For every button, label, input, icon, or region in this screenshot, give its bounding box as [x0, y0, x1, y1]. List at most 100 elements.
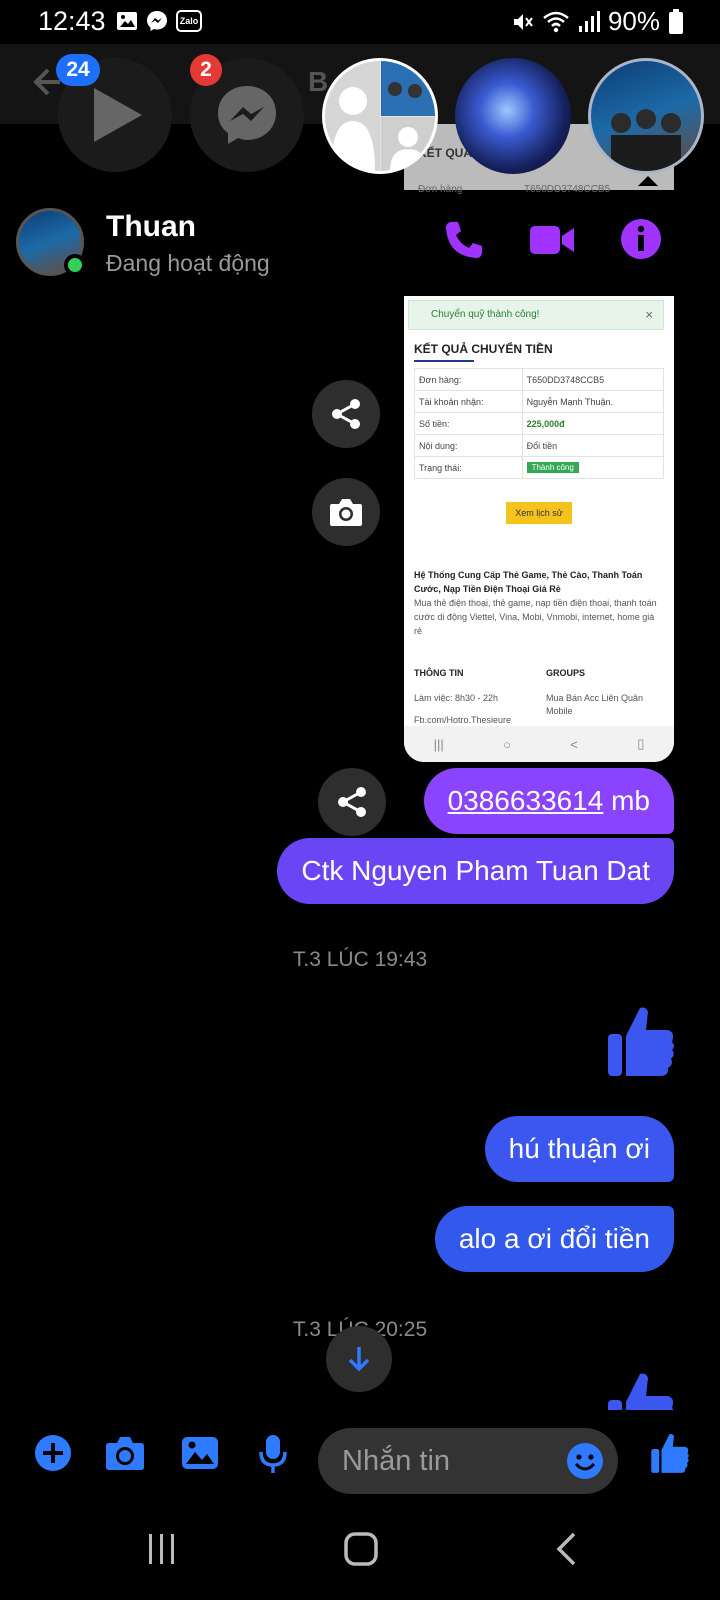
heading-underline	[414, 360, 474, 362]
chat-head-anime[interactable]	[455, 58, 571, 174]
table-row: Đơn hàng: T650DD3748CCB5	[414, 368, 665, 391]
composer-bar	[0, 1410, 720, 1510]
share-button[interactable]	[312, 380, 380, 448]
table-cell: Thành công	[521, 456, 665, 479]
rotate-icon: ▯	[637, 736, 645, 751]
info-icon[interactable]	[620, 218, 662, 260]
share-icon	[332, 399, 360, 429]
battery-percent: 90%	[607, 6, 660, 36]
table-row: Trạng thái: Thành công	[414, 456, 665, 479]
table-cell: Trạng thái:	[414, 456, 523, 479]
recents-icon: |||	[433, 736, 444, 752]
scroll-to-bottom-button[interactable]	[326, 1326, 392, 1392]
info-title: THÔNG TIN	[414, 668, 464, 678]
contact-status: Đang hoạt động	[106, 250, 270, 276]
thumbs-up-icon[interactable]	[606, 1370, 676, 1410]
thumbs-up-send-icon[interactable]	[650, 1432, 690, 1474]
conversation-header: Thuan Đang hoạt động	[0, 196, 720, 290]
system-navigation-bar	[0, 1510, 720, 1600]
table-cell: Nội dung:	[414, 434, 523, 457]
message-text: alo a ơi đổi tiền	[458, 1223, 650, 1254]
message-text: hú thuận ơi	[508, 1133, 650, 1164]
about-title: Hệ Thống Cung Cấp Thẻ Game, Thẻ Cào, Tha…	[414, 570, 643, 594]
message-bubble[interactable]: hú thuận ơi	[484, 1116, 674, 1182]
background-title: B	[308, 66, 329, 97]
home-icon[interactable]	[344, 1532, 378, 1566]
table-cell: Đơn hàng:	[414, 368, 523, 391]
share-icon	[338, 787, 366, 817]
phone-call-icon[interactable]	[442, 218, 486, 262]
contact-name[interactable]: Thuan	[106, 210, 196, 244]
chat-head-badge: 2	[190, 54, 222, 86]
wifi-icon	[543, 11, 569, 32]
timestamp: T.3 LÚC 19:43	[292, 948, 428, 971]
message-bubble[interactable]: Ctk Nguyen Pham Tuan Dat	[277, 838, 674, 904]
back-icon[interactable]	[554, 1532, 578, 1566]
camera-icon	[330, 499, 362, 526]
groups-line: Mobile	[546, 706, 573, 716]
battery-icon	[669, 8, 683, 34]
message-text: Ctk Nguyen Pham Tuan Dat	[301, 855, 650, 886]
status-time: 12:43	[38, 6, 106, 36]
table-cell: Số tiền:	[414, 412, 523, 435]
message-text: mb	[603, 785, 650, 816]
table-row: Số tiền: 225,000đ	[414, 412, 665, 435]
recent-apps-icon[interactable]	[146, 1532, 178, 1566]
history-button: Xem lịch sử	[506, 502, 572, 524]
emoji-icon[interactable]	[566, 1442, 604, 1480]
camera-icon[interactable]	[104, 1434, 146, 1472]
image-message[interactable]: Chuyển quỹ thành công! × KẾT QUẢ CHUYỂN …	[404, 296, 674, 762]
groups-title: GROUPS	[546, 668, 586, 678]
arrow-down-icon	[348, 1347, 370, 1372]
success-toast: Chuyển quỹ thành công! ×	[408, 300, 664, 330]
transfer-result-heading: KẾT QUẢ CHUYỂN TIỀN	[414, 342, 553, 356]
message-input[interactable]	[342, 1428, 542, 1494]
message-input-container[interactable]	[318, 1428, 618, 1494]
gallery-icon[interactable]	[180, 1434, 220, 1472]
screenshot-navbar: ||| ○ < ▯	[404, 726, 674, 762]
active-head-pointer	[638, 176, 658, 186]
about-body: Mua thẻ điện thoại, thẻ game, nạp tiền đ…	[414, 598, 657, 636]
background-card-row: Đơn hàng	[418, 184, 463, 195]
mute-icon	[513, 13, 533, 30]
chat-head-badge: 24	[56, 54, 100, 86]
phone-number-link[interactable]: 0386633614	[448, 785, 604, 817]
groups-line: Mua Bán Acc Liên Quân	[546, 693, 644, 703]
image-icon	[117, 12, 137, 30]
video-call-icon[interactable]	[528, 218, 576, 262]
status-right: 90%	[510, 6, 684, 37]
table-cell: 225,000đ	[521, 412, 665, 435]
signal-icon	[578, 10, 600, 32]
notification-icons: Zalo	[116, 10, 202, 32]
chat-head-active[interactable]	[588, 58, 704, 174]
table-cell: T650DD3748CCB5	[521, 368, 665, 391]
info-line: Làm việc: 8h30 - 22h	[414, 693, 499, 703]
table-row: Tài khoản nhận: Nguyễn Mạnh Thuận.	[414, 390, 665, 413]
table-cell: Nguyễn Mạnh Thuận.	[521, 390, 665, 413]
microphone-icon[interactable]	[258, 1434, 288, 1474]
group-photo-icon	[611, 109, 681, 171]
plus-icon[interactable]	[34, 1434, 72, 1472]
chat-head-group[interactable]	[322, 58, 438, 174]
status-bar: 12:43 Zalo 90%	[0, 0, 720, 44]
toast-text: Chuyển quỹ thành công!	[431, 309, 540, 320]
back-icon: <	[570, 736, 578, 752]
table-cell: Tài khoản nhận:	[414, 390, 523, 413]
table-row: Nội dung: Đổi tiền	[414, 434, 665, 457]
background-card-value: T650DD3748CCB5	[524, 184, 611, 195]
message-bubble[interactable]: alo a ơi đổi tiền	[434, 1206, 674, 1272]
messenger-icon	[147, 11, 167, 31]
zalo-icon: Zalo	[176, 10, 202, 32]
camera-edit-button[interactable]	[312, 478, 380, 546]
table-cell: Đổi tiền	[521, 434, 665, 457]
partial-like-container	[596, 1370, 676, 1410]
online-indicator	[64, 254, 86, 276]
thumbs-up-icon[interactable]	[606, 1004, 676, 1078]
share-button[interactable]	[318, 768, 386, 836]
group-avatar-icon	[325, 61, 435, 171]
close-icon: ×	[645, 307, 653, 322]
transfer-table: Đơn hàng: T650DD3748CCB5 Tài khoản nhận: N…	[414, 368, 665, 479]
status-badge: Thành công	[526, 462, 579, 473]
home-icon: ○	[503, 736, 511, 752]
message-bubble[interactable]: 0386633614 mb	[423, 768, 674, 834]
